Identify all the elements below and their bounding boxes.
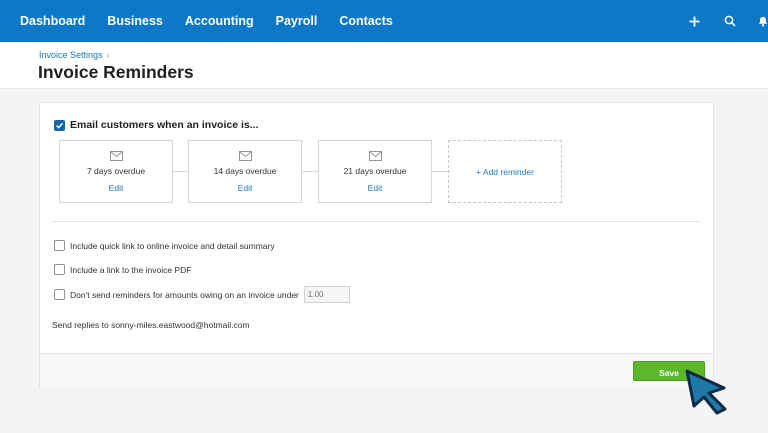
breadcrumb-invoice-settings[interactable]: Invoice Settings (39, 50, 103, 60)
reply-to-text: Send replies to sonny-miles.eastwood@hot… (52, 320, 250, 330)
pdf-link-label: Include a link to the invoice PDF (70, 264, 192, 275)
minimum-amount-label: Don't send reminders for amounts owing o… (70, 289, 299, 300)
reminder-list: 7 days overdue Edit 14 days overdue Edit… (59, 140, 564, 204)
minimum-amount-checkbox[interactable] (54, 289, 65, 300)
mail-icon (110, 151, 123, 161)
reminder-card-14-days: 14 days overdue Edit (188, 140, 302, 203)
reminder-connector (302, 171, 319, 172)
option-minimum-amount[interactable]: Don't send reminders for amounts owing o… (54, 286, 350, 303)
option-pdf-link[interactable]: Include a link to the invoice PDF (54, 264, 191, 275)
breadcrumb-separator: › (106, 50, 110, 60)
email-customers-toggle[interactable]: Email customers when an invoice is... (54, 119, 258, 131)
reminder-connector (432, 171, 449, 172)
reminder-card-7-days: 7 days overdue Edit (59, 140, 173, 203)
section-divider (52, 221, 701, 222)
nav-payroll[interactable]: Payroll (276, 14, 318, 28)
mouse-pointer-icon (685, 369, 727, 415)
top-navigation-bar: Dashboard Business Accounting Payroll Co… (0, 0, 768, 42)
email-customers-label: Email customers when an invoice is... (70, 119, 259, 131)
add-reminder-link[interactable]: + Add reminder (449, 167, 561, 177)
breadcrumb: Invoice Settings › (39, 50, 110, 60)
reminder-connector (172, 171, 189, 172)
reminder-edit-link[interactable]: Edit (189, 183, 301, 193)
reminder-edit-link[interactable]: Edit (60, 183, 172, 193)
nav-actions (686, 0, 768, 42)
nav-dashboard[interactable]: Dashboard (20, 14, 85, 28)
reminder-card-21-days: 21 days overdue Edit (318, 140, 432, 203)
page-header: Invoice Settings › Invoice Reminders (0, 42, 768, 89)
page-title: Invoice Reminders (38, 62, 194, 82)
reminders-card: Email customers when an invoice is... 7 … (39, 102, 714, 389)
add-reminder-card[interactable]: + Add reminder (448, 140, 562, 203)
quick-link-label: Include quick link to online invoice and… (70, 240, 275, 251)
reminder-label: 7 days overdue (86, 166, 146, 176)
nav-contacts[interactable]: Contacts (339, 14, 392, 28)
plus-icon[interactable] (686, 13, 702, 29)
mail-icon (239, 151, 252, 161)
mail-icon (369, 151, 382, 161)
pdf-link-checkbox[interactable] (54, 264, 65, 275)
quick-link-checkbox[interactable] (54, 240, 65, 251)
reminder-label: 21 days overdue (343, 166, 407, 176)
search-icon[interactable] (722, 13, 738, 29)
minimum-amount-input[interactable] (303, 286, 350, 303)
card-footer (40, 353, 713, 389)
reminder-label: 14 days overdue (213, 166, 277, 176)
option-quick-link[interactable]: Include quick link to online invoice and… (54, 240, 275, 251)
nav-accounting[interactable]: Accounting (185, 14, 254, 28)
nav-business[interactable]: Business (107, 14, 163, 28)
bell-icon[interactable] (758, 13, 768, 29)
email-customers-checkbox[interactable] (54, 119, 65, 131)
reminder-edit-link[interactable]: Edit (319, 183, 431, 193)
